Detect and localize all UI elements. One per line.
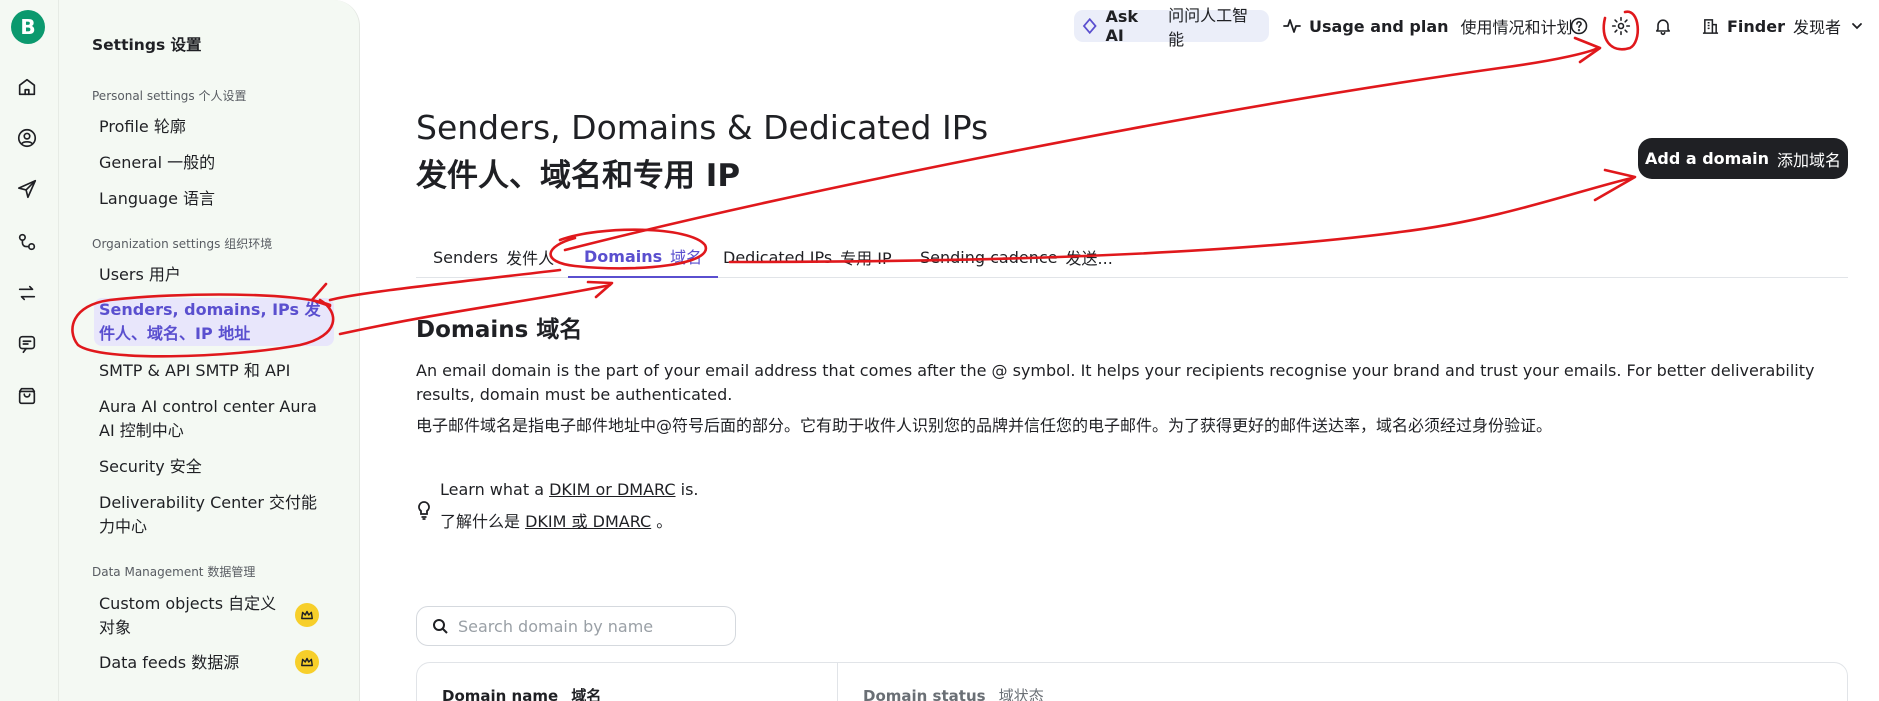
- crown-icon: [295, 603, 319, 627]
- section-title: Domains 域名: [416, 317, 583, 343]
- sidebar-item-users[interactable]: Users 用户: [99, 263, 329, 287]
- left-rail: B: [0, 0, 59, 701]
- column-header-domain-name[interactable]: Domain name 域名: [442, 685, 601, 701]
- sidebar-item-custom-objects[interactable]: Custom objects 自定义对象: [99, 592, 289, 640]
- conversations-icon[interactable]: [14, 331, 40, 357]
- bell-icon[interactable]: [1651, 14, 1675, 38]
- sidebar-item-deliverability-center[interactable]: Deliverability Center 交付能力中心: [99, 491, 329, 539]
- search-icon: [433, 619, 448, 634]
- dkim-dmarc-link[interactable]: DKIM or DMARC: [549, 480, 675, 499]
- shopping-bag-icon[interactable]: [14, 383, 40, 409]
- learn-line: Learn what a DKIM or DMARC is.: [440, 478, 699, 502]
- ask-ai-button[interactable]: Ask AI 问问人工智能: [1074, 6, 1269, 49]
- account-menu[interactable]: Finder 发现者: [1702, 10, 1863, 42]
- page-title-zh: 发件人、域名和专用 IP: [416, 158, 741, 194]
- home-icon[interactable]: [14, 74, 40, 100]
- activity-icon: [1283, 19, 1301, 33]
- ask-ai-label: Ask AI: [1105, 7, 1139, 45]
- sidebar-item-smtp-api[interactable]: SMTP & API SMTP 和 API: [99, 359, 329, 383]
- sidebar-item-security[interactable]: Security 安全: [99, 455, 329, 479]
- tab-sending-cadence-sub-label: 发送...: [1065, 249, 1113, 268]
- column-header-domain-status[interactable]: Domain status 域状态: [863, 685, 1044, 701]
- settings-sidebar: Settings 设置 Personal settings 个人设置 Profi…: [59, 0, 360, 701]
- crown-icon: [295, 650, 319, 674]
- sidebar-item-aura-ai[interactable]: Aura AI control center Aura AI 控制中心: [99, 395, 329, 443]
- usage-and-plan-link[interactable]: Usage and plan 使用情况和计划: [1283, 10, 1573, 42]
- tab-senders-label: Senders: [433, 247, 499, 267]
- sidebar-title: Settings 设置: [92, 36, 202, 54]
- ask-ai-sub-label: 问问人工智能: [1168, 6, 1249, 49]
- learn-line-zh: 了解什么是 DKIM 或 DMARC 。: [440, 510, 672, 534]
- domain-name-header-sub-label: 域名: [571, 687, 602, 701]
- gear-icon[interactable]: [1609, 14, 1633, 38]
- account-label: Finder: [1727, 16, 1785, 36]
- tab-domains-sub-label: 域名: [670, 248, 703, 267]
- sidebar-item-senders-domains-ips[interactable]: Senders, domains, IPs 发件人、域名、IP 地址: [94, 298, 334, 346]
- lightbulb-icon: [416, 500, 432, 522]
- tab-dedicated-ips[interactable]: Dedicated IPs 专用 IP: [723, 236, 892, 278]
- tab-domains[interactable]: Domains 域名: [568, 236, 719, 278]
- annotation-arrowhead-add-button: [1593, 168, 1637, 202]
- tab-sending-cadence[interactable]: Sending cadence 发送...: [920, 236, 1113, 278]
- add-domain-button[interactable]: Add a domain 添加域名: [1638, 138, 1848, 179]
- sidebar-item-profile[interactable]: Profile 轮廓: [99, 115, 329, 139]
- page-title: Senders, Domains & Dedicated IPs: [416, 108, 989, 147]
- tab-dedicated-ips-label: Dedicated IPs: [723, 247, 833, 267]
- domain-search[interactable]: [416, 606, 736, 646]
- organization-settings-heading: Organization settings 组织环境: [92, 237, 273, 251]
- add-domain-label: Add a domain: [1644, 149, 1769, 168]
- building-icon: [1702, 18, 1719, 34]
- data-management-heading: Data Management 数据管理: [92, 565, 256, 579]
- help-icon[interactable]: [1567, 14, 1591, 38]
- sidebar-item-general[interactable]: General 一般的: [99, 151, 329, 175]
- sparkle-icon: [1082, 18, 1097, 34]
- tab-domains-label: Domains: [584, 246, 663, 266]
- domain-description: An email domain is the part of your emai…: [416, 361, 1815, 404]
- contacts-icon[interactable]: [14, 125, 40, 151]
- learn-prefix-zh: 了解什么是: [440, 512, 521, 531]
- domains-table: Domain name 域名 Domain status 域状态: [416, 662, 1848, 701]
- domain-name-header-label: Domain name: [442, 687, 559, 701]
- domain-description-zh: 电子邮件域名是指电子邮件地址中@符号后面的部分。它有助于收件人识别您的品牌并信任…: [416, 416, 1553, 435]
- usage-sub-label: 使用情况和计划: [1460, 18, 1573, 37]
- learn-prefix: Learn what a: [440, 480, 544, 499]
- annotation-arrowhead-tab: [586, 280, 614, 299]
- sidebar-item-language[interactable]: Language 语言: [99, 187, 329, 211]
- send-icon[interactable]: [14, 176, 40, 202]
- tab-bar: Senders 发件人 Domains 域名 Dedicated IPs 专用 …: [416, 236, 1848, 278]
- dkim-dmarc-link-zh[interactable]: DKIM 或 DMARC: [525, 512, 651, 531]
- tab-senders[interactable]: Senders 发件人: [433, 236, 554, 278]
- domain-status-header-sub-label: 域状态: [998, 687, 1044, 701]
- personal-settings-heading: Personal settings 个人设置: [92, 89, 247, 103]
- chevron-down-icon: [1852, 23, 1862, 30]
- brevo-logo[interactable]: B: [11, 10, 45, 44]
- usage-label: Usage and plan: [1309, 16, 1449, 36]
- sidebar-item-data-feeds[interactable]: Data feeds 数据源: [99, 651, 289, 675]
- automation-icon[interactable]: [14, 229, 40, 255]
- tab-senders-sub-label: 发件人: [506, 249, 555, 268]
- tab-dedicated-ips-sub-label: 专用 IP: [840, 249, 892, 268]
- tab-sending-cadence-label: Sending cadence: [920, 247, 1058, 267]
- learn-suffix-zh: 。: [656, 512, 673, 531]
- column-divider: [837, 663, 838, 701]
- transactional-icon[interactable]: [14, 280, 40, 306]
- add-domain-sub-label: 添加域名: [1777, 150, 1842, 170]
- domain-status-header-label: Domain status: [863, 687, 986, 701]
- search-input[interactable]: [458, 616, 728, 636]
- learn-suffix: is.: [680, 480, 699, 499]
- account-sub-label: 发现者: [1793, 18, 1842, 37]
- annotation-arrowhead-gear: [1573, 36, 1602, 64]
